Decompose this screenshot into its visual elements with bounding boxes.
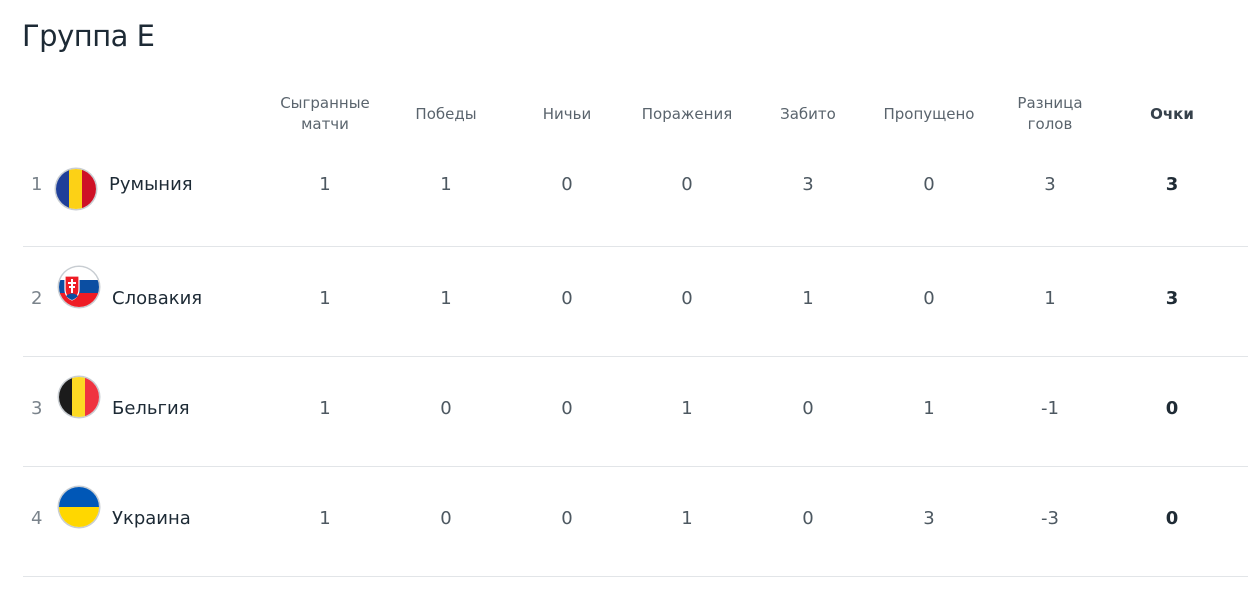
won-value: 0 [440, 508, 452, 529]
lost-value: 1 [681, 508, 693, 529]
romania-flag-icon [56, 169, 96, 209]
goal-diff-value: 1 [1044, 288, 1056, 309]
header-points: Очки [1150, 104, 1194, 123]
rank: 3 [31, 398, 43, 419]
ukraine-flag-icon [59, 487, 99, 527]
table-row[interactable]: 1 Румыния 1 1 0 0 3 0 3 3 [23, 156, 1248, 247]
drawn-value: 0 [561, 174, 573, 195]
drawn-value: 0 [561, 508, 573, 529]
goal-diff-value: 3 [1044, 174, 1056, 195]
header-lost: Поражения [641, 104, 733, 123]
points-value: 0 [1165, 398, 1179, 419]
header-goal-diff: Разница голов [1017, 94, 1083, 133]
standings-table: Сыгранные матчи Победы Ничьи Поражения З… [23, 80, 1248, 577]
belgium-flag-icon [59, 377, 99, 417]
rank: 4 [31, 508, 43, 529]
goals-for-value: 0 [802, 398, 814, 419]
group-title: Группа E [22, 19, 155, 53]
goals-for-value: 0 [802, 508, 814, 529]
goal-diff-value: -3 [1041, 508, 1059, 529]
table-row[interactable]: 4 Украина 1 0 0 1 0 3 -3 0 [23, 467, 1248, 577]
lost-value: 1 [681, 398, 693, 419]
played-value: 1 [319, 508, 331, 529]
team-name[interactable]: Словакия [112, 288, 202, 310]
rank: 1 [31, 174, 43, 195]
slovakia-flag-icon [59, 267, 99, 307]
goal-diff-value: -1 [1041, 398, 1059, 419]
drawn-value: 0 [561, 398, 573, 419]
header-goals-for: Забито [780, 104, 836, 123]
goals-for-value: 3 [802, 174, 814, 195]
table-row[interactable]: 2 Словакия 1 1 0 0 1 0 1 3 [23, 247, 1248, 357]
goals-against-value: 0 [923, 288, 935, 309]
goals-against-value: 3 [923, 508, 935, 529]
lost-value: 0 [681, 288, 693, 309]
header-drawn: Ничьи [542, 104, 592, 123]
lost-value: 0 [681, 174, 693, 195]
won-value: 1 [440, 174, 452, 195]
played-value: 1 [319, 398, 331, 419]
points-value: 3 [1165, 174, 1179, 195]
won-value: 1 [440, 288, 452, 309]
team-name[interactable]: Украина [112, 508, 191, 530]
won-value: 0 [440, 398, 452, 419]
team-name[interactable]: Бельгия [112, 398, 190, 420]
played-value: 1 [319, 288, 331, 309]
goals-for-value: 1 [802, 288, 814, 309]
header-goals-against: Пропущено [883, 104, 975, 123]
points-value: 0 [1165, 508, 1179, 529]
goals-against-value: 0 [923, 174, 935, 195]
rank: 2 [31, 288, 43, 309]
played-value: 1 [319, 174, 331, 195]
header-played: Сыгранные матчи [280, 94, 370, 133]
team-name[interactable]: Румыния [109, 174, 193, 196]
points-value: 3 [1165, 288, 1179, 309]
table-header: Сыгранные матчи Победы Ничьи Поражения З… [23, 80, 1248, 156]
drawn-value: 0 [561, 288, 573, 309]
table-row[interactable]: 3 Бельгия 1 0 0 1 0 1 -1 0 [23, 357, 1248, 467]
goals-against-value: 1 [923, 398, 935, 419]
header-won: Победы [415, 104, 477, 123]
